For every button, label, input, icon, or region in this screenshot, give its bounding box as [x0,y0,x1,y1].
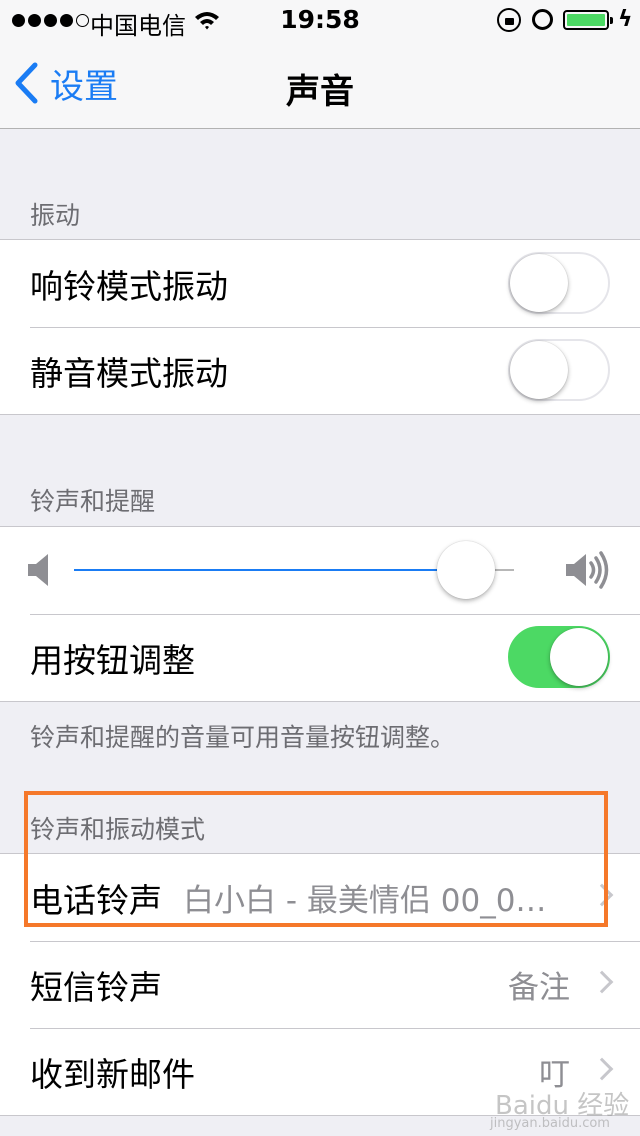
vibrate-on-ring-row: 响铃模式振动 [0,240,640,327]
chevron-right-icon [590,1057,614,1081]
row-label: 静音模式振动 [30,353,228,393]
section-footer-ringer: 铃声和提醒的音量可用音量按钮调整。 [30,723,456,752]
volume-slider-thumb[interactable] [436,541,495,599]
row-label: 响铃模式振动 [30,266,228,306]
vibrate-on-silent-row: 静音模式振动 [0,327,640,414]
section-header-sounds: 铃声和振动模式 [30,815,206,844]
section-header-vibrate: 振动 [30,201,81,230]
volume-low-icon [28,554,48,586]
row-label: 用按钮调整 [30,640,195,680]
row-value: 备注 [508,970,570,1006]
battery-icon [563,10,613,30]
vibrate-on-silent-toggle[interactable] [508,339,610,401]
change-with-buttons-row: 用按钮调整 [0,614,640,701]
ringer-group: 用按钮调整 [0,526,640,702]
toggle-knob [550,628,608,686]
row-value: 白小白 - 最美情侣 00_0… [183,883,547,919]
text-tone-row[interactable]: 短信铃声 备注 [0,941,640,1028]
volume-slider-row [0,527,640,614]
sounds-group: 电话铃声 白小白 - 最美情侣 00_0… 短信铃声 备注 收到新邮件 叮 [0,853,640,1116]
volume-high-icon [566,551,609,589]
ringtone-row[interactable]: 电话铃声 白小白 - 最美情侣 00_0… [0,854,640,941]
alarm-icon [532,9,553,30]
rotation-lock-icon [497,8,521,32]
vibrate-on-ring-toggle[interactable] [508,252,610,314]
charging-icon: ϟ [618,7,633,32]
chevron-right-icon [590,970,614,994]
vibrate-group: 响铃模式振动 静音模式振动 [0,239,640,415]
status-bar: 中国电信 19:58 ϟ [0,0,640,40]
watermark-url: jingyan.baidu.com [490,1116,610,1131]
row-label: 收到新邮件 [30,1054,195,1094]
section-header-ringer: 铃声和提醒 [30,487,156,516]
row-label: 短信铃声 [30,967,162,1007]
change-with-buttons-toggle[interactable] [508,626,610,688]
page-title: 声音 [286,72,354,112]
toggle-knob [510,341,568,399]
chevron-right-icon [590,883,614,907]
volume-fill [74,569,466,571]
row-label: 电话铃声 [30,880,162,920]
navigation-bar: 设置 声音 [0,40,640,129]
toggle-knob [510,254,568,312]
